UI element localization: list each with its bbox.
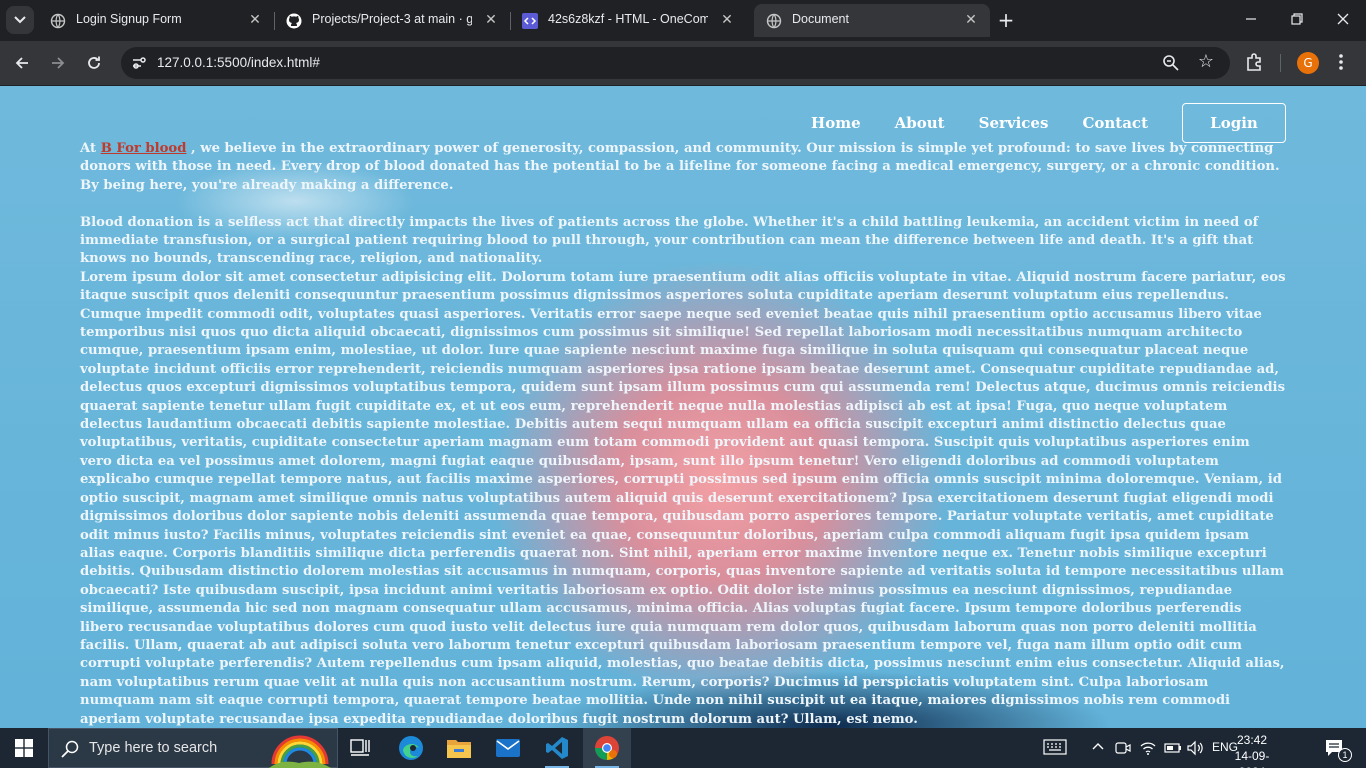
intro-text: , we believe in the extraordinary power … bbox=[80, 141, 1280, 193]
site-nav: Home About Services Contact Login bbox=[777, 103, 1286, 143]
profile-avatar[interactable]: G bbox=[1297, 52, 1319, 74]
zoom-icon[interactable] bbox=[1162, 54, 1180, 72]
arrow-left-icon bbox=[15, 57, 28, 69]
meet-now-icon[interactable] bbox=[1115, 740, 1131, 756]
mail-icon bbox=[496, 739, 520, 757]
close-icon[interactable]: ✕ bbox=[482, 11, 500, 29]
restore-icon bbox=[1291, 13, 1303, 25]
login-button[interactable]: Login bbox=[1182, 103, 1286, 143]
clock-time: 23:42 bbox=[1236, 733, 1268, 747]
restore-button[interactable] bbox=[1285, 8, 1309, 32]
task-view-icon bbox=[350, 739, 370, 756]
search-placeholder: Type here to search bbox=[89, 740, 218, 756]
browser-tab-strip: Login Signup Form ✕ Projects/Project-3 a… bbox=[0, 0, 1366, 41]
tab-title: 42s6z8kzf - HTML - OneCompiler bbox=[548, 12, 708, 26]
chevron-up-icon[interactable] bbox=[1092, 742, 1104, 750]
lorem-paragraph: Lorem ipsum dolor sit amet consectetur a… bbox=[80, 269, 1286, 727]
taskbar-search[interactable]: Type here to search bbox=[48, 728, 338, 768]
more-menu-icon[interactable] bbox=[1334, 52, 1348, 72]
donation-paragraph: Blood donation is a selfless act that di… bbox=[80, 214, 1259, 267]
clock[interactable]: 23:42 14-09-2024 bbox=[1222, 732, 1282, 768]
extensions-icon[interactable] bbox=[1245, 52, 1265, 72]
minimize-icon bbox=[1246, 18, 1256, 20]
arrow-right-icon bbox=[52, 57, 65, 69]
taskbar-chrome[interactable] bbox=[583, 728, 631, 768]
file-explorer-icon bbox=[447, 740, 471, 758]
clock-date: 14-09-2024 bbox=[1234, 749, 1270, 768]
rainbow-search-highlight-icon bbox=[269, 735, 331, 768]
globe-icon bbox=[50, 13, 66, 29]
address-bar[interactable]: 127.0.0.1:5500/index.html# ☆ bbox=[121, 47, 1230, 79]
taskbar-edge[interactable] bbox=[387, 728, 435, 768]
github-icon bbox=[286, 13, 302, 29]
battery-icon[interactable] bbox=[1164, 740, 1182, 756]
url-text[interactable]: 127.0.0.1:5500/index.html# bbox=[157, 55, 320, 70]
volume-icon[interactable] bbox=[1187, 740, 1203, 756]
reload-button[interactable] bbox=[81, 50, 107, 76]
web-page: Home About Services Contact Login At B F… bbox=[0, 86, 1366, 728]
tab-title: Login Signup Form bbox=[76, 12, 182, 26]
search-icon bbox=[61, 740, 79, 758]
taskbar-vscode[interactable] bbox=[533, 728, 581, 768]
onecompiler-icon bbox=[522, 13, 538, 29]
close-icon[interactable]: ✕ bbox=[718, 11, 736, 29]
new-tab-button[interactable]: + bbox=[995, 9, 1017, 31]
tab-document[interactable]: Document ✕ bbox=[754, 4, 990, 37]
notification-center-button[interactable]: 1 bbox=[1312, 728, 1366, 768]
taskbar-file-explorer[interactable] bbox=[435, 728, 483, 768]
site-info-icon[interactable] bbox=[131, 55, 147, 71]
start-button[interactable] bbox=[0, 728, 48, 768]
globe-icon bbox=[766, 13, 782, 29]
toolbar-divider bbox=[1280, 54, 1281, 72]
close-icon[interactable]: ✕ bbox=[246, 11, 264, 29]
minimize-button[interactable] bbox=[1239, 8, 1263, 32]
close-icon bbox=[1337, 13, 1349, 25]
keyboard-icon[interactable] bbox=[1043, 738, 1067, 756]
tab-github-project[interactable]: Projects/Project-3 at main · gau ✕ bbox=[274, 4, 510, 37]
task-view-button[interactable] bbox=[336, 728, 384, 768]
nav-about-link[interactable]: About bbox=[895, 114, 945, 132]
reload-icon bbox=[88, 56, 100, 69]
bookmark-star-icon[interactable]: ☆ bbox=[1198, 53, 1214, 71]
intro-paragraph: At B For blood , we believe in the extra… bbox=[80, 140, 1286, 195]
brand-link[interactable]: B For blood bbox=[101, 141, 187, 156]
close-window-button[interactable] bbox=[1331, 8, 1355, 32]
main-content: At B For blood , we believe in the extra… bbox=[80, 140, 1286, 728]
taskbar-mail[interactable] bbox=[484, 728, 532, 768]
chrome-icon bbox=[595, 736, 619, 760]
nav-services-link[interactable]: Services bbox=[979, 114, 1049, 132]
close-icon[interactable]: ✕ bbox=[962, 11, 980, 29]
tab-title: Document bbox=[792, 12, 849, 26]
tab-onecompiler[interactable]: 42s6z8kzf - HTML - OneCompiler ✕ bbox=[510, 4, 746, 37]
edge-icon bbox=[399, 736, 423, 760]
windows-taskbar: Type here to search ENG 23:42 14-09-2024 bbox=[0, 728, 1366, 768]
vscode-icon bbox=[546, 737, 568, 759]
tab-login-signup[interactable]: Login Signup Form ✕ bbox=[38, 4, 274, 37]
nav-contact-link[interactable]: Contact bbox=[1082, 114, 1148, 132]
windows-logo-icon bbox=[15, 739, 33, 757]
back-button[interactable] bbox=[9, 50, 35, 76]
browser-toolbar: 127.0.0.1:5500/index.html# ☆ G bbox=[0, 41, 1366, 85]
forward-button[interactable] bbox=[45, 50, 71, 76]
tab-search-button[interactable] bbox=[6, 6, 34, 34]
tab-title: Projects/Project-3 at main · gau bbox=[312, 12, 472, 26]
intro-prefix: At bbox=[80, 141, 101, 156]
wifi-icon[interactable] bbox=[1140, 740, 1156, 756]
chevron-down-icon bbox=[14, 16, 26, 24]
notification-count-badge: 1 bbox=[1338, 748, 1352, 762]
nav-home-link[interactable]: Home bbox=[811, 114, 861, 132]
